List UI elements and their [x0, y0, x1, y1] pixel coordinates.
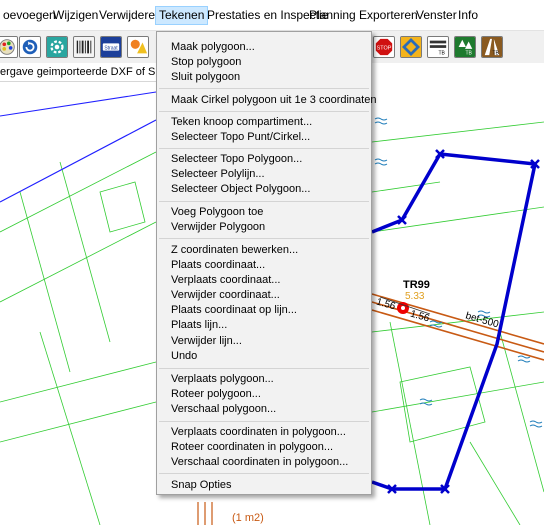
menu-item-verschaal-coordinaten[interactable]: Verschaal coordinaten in polygoon...: [171, 455, 348, 470]
tb-road-alt-icon[interactable]: TB: [481, 36, 503, 58]
menu-item-verwijder-lijn[interactable]: Verwijder lijn...: [171, 334, 242, 349]
menu-item-coordinaat-op-lijn[interactable]: Plaats coordinaat op lijn...: [171, 303, 297, 318]
menu-item-roteer-coordinaten[interactable]: Roteer coordinaten in polygoon...: [171, 440, 333, 455]
menu-item-object-polygoon[interactable]: Selecteer Object Polygoon...: [171, 182, 310, 197]
menu-item-verschaal-polygoon[interactable]: Verschaal polygoon...: [171, 402, 276, 417]
menu-separator: [159, 421, 369, 422]
menu-separator: [159, 201, 369, 202]
stop-sign-icon[interactable]: STOP: [373, 36, 395, 58]
tb-road-icon[interactable]: TB: [427, 36, 449, 58]
shapes-icon[interactable]: [127, 36, 149, 58]
rotate-icon[interactable]: [19, 36, 41, 58]
menu-item-verwijder-polygoon[interactable]: Verwijder Polygoon: [171, 220, 265, 235]
menu-item-teken-knoop[interactable]: Teken knoop compartiment...: [171, 115, 312, 130]
area-label: (1 m2): [232, 512, 264, 524]
svg-text:TB: TB: [438, 50, 445, 56]
menu-item-voeg-polygoon[interactable]: Voeg Polygoon toe: [171, 205, 263, 220]
menu-item-verplaats-polygoon[interactable]: Verplaats polygoon...: [171, 372, 274, 387]
menu-separator: [159, 111, 369, 112]
menu-item-cirkel-polygoon[interactable]: Maak Cirkel polygoon uit 1e 3 coordinate…: [171, 93, 376, 108]
menu-separator: [159, 473, 369, 474]
menu-wijzigen[interactable]: Wijzigen: [50, 7, 101, 24]
menu-item-maak-polygoon[interactable]: Maak polygoon...: [171, 40, 255, 55]
tekenen-dropdown-menu: Maak polygoon... Stop polygoon Sluit pol…: [156, 31, 376, 495]
menu-item-plaats-lijn[interactable]: Plaats lijn...: [171, 318, 227, 333]
straat-icon[interactable]: Straat: [100, 36, 122, 58]
menu-planning[interactable]: Planning: [306, 7, 359, 24]
menu-separator: [159, 238, 369, 239]
menu-item-roteer-polygoon[interactable]: Roteer polygoon...: [171, 387, 261, 402]
menu-separator: [159, 148, 369, 149]
svg-text:TB: TB: [492, 51, 499, 57]
menu-item-verplaats-coordinaat[interactable]: Verplaats coordinaat...: [171, 273, 280, 288]
menu-item-verwijder-coordinaat[interactable]: Verwijder coordinaat...: [171, 288, 280, 303]
menu-item-topo-polygoon[interactable]: Selecteer Topo Polygoon...: [171, 152, 302, 167]
sign-icon[interactable]: [400, 36, 422, 58]
menu-item-sluit-polygoon[interactable]: Sluit polygoon: [171, 70, 240, 85]
gear-icon[interactable]: [46, 36, 68, 58]
menu-item-polylijn[interactable]: Selecteer Polylijn...: [171, 167, 265, 182]
menu-item-undo[interactable]: Undo: [171, 349, 197, 364]
info-strip: ergave geimporteerde DXF of SHP best: [0, 64, 156, 82]
svg-text:TB: TB: [465, 51, 472, 57]
tree-value: 5.33: [405, 291, 425, 302]
tree-label: TR99: [403, 279, 430, 291]
menu-venster[interactable]: Venster: [413, 7, 460, 24]
menu-bar: oevoegen Wijzigen Verwijderen Tekenen Pr…: [0, 0, 544, 31]
menu-item-snap-opties[interactable]: Snap Opties: [171, 478, 232, 493]
menu-item-topo-punt[interactable]: Selecteer Topo Punt/Cirkel...: [171, 130, 310, 145]
svg-text:STOP: STOP: [377, 45, 392, 51]
menu-item-z-coordinaten[interactable]: Z coordinaten bewerken...: [171, 243, 298, 258]
menu-item-plaats-coordinaat[interactable]: Plaats coordinaat...: [171, 258, 265, 273]
menu-info[interactable]: Info: [455, 7, 481, 24]
menu-tekenen[interactable]: Tekenen: [155, 6, 209, 25]
barcode-icon[interactable]: [73, 36, 95, 58]
menu-item-stop-polygoon[interactable]: Stop polygoon: [171, 55, 241, 70]
tb-tree-icon[interactable]: TB: [454, 36, 476, 58]
menu-exporteren[interactable]: Exporteren: [356, 7, 421, 24]
menu-separator: [159, 368, 369, 369]
menu-item-verplaats-coordinaten[interactable]: Verplaats coordinaten in polygoon...: [171, 425, 346, 440]
palette-icon[interactable]: [0, 36, 18, 58]
menu-separator: [159, 88, 369, 89]
straat-label: Straat: [104, 45, 118, 51]
